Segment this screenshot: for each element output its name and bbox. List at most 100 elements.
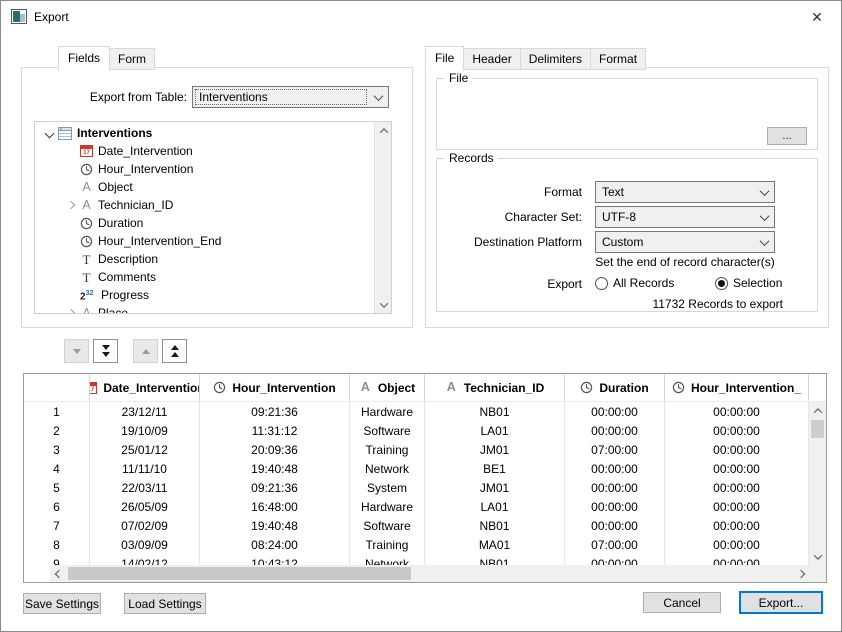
table-row[interactable]: 803/09/0908:24:00TrainingMA0107:00:0000:… — [24, 535, 809, 554]
table-row[interactable]: 123/12/1109:21:36HardwareNB0100:00:0000:… — [24, 402, 809, 421]
export-button[interactable]: Export... — [739, 591, 823, 614]
browse-button[interactable]: ... — [767, 127, 807, 145]
tab-delimiters[interactable]: Delimiters — [520, 48, 591, 70]
tree-root-interventions[interactable]: Interventions — [35, 124, 374, 142]
radio-icon[interactable] — [595, 277, 608, 290]
text-icon: T — [80, 271, 93, 284]
records-row-character-set: Character Set:UTF-8 — [437, 206, 817, 228]
radio-icon[interactable] — [715, 277, 728, 290]
tree-item-technician-id[interactable]: ATechnician_ID — [35, 196, 374, 214]
tree-item-date-intervention[interactable]: 17Date_Intervention — [35, 142, 374, 160]
table-cell: 19:40:48 — [200, 459, 350, 478]
tab-format[interactable]: Format — [590, 48, 646, 70]
table-cell: 9 — [24, 554, 90, 565]
tree-item-label: Place — [98, 306, 128, 313]
column-header-rownum[interactable] — [24, 374, 90, 401]
left-tab-bar: FieldsForm — [58, 46, 154, 70]
titlebar: Export ✕ — [1, 1, 841, 33]
table-row[interactable]: 522/03/1109:21:36SystemJM0100:00:0000:00… — [24, 478, 809, 497]
table-select-value: Interventions — [193, 90, 368, 104]
scroll-left-icon[interactable] — [50, 565, 67, 582]
table-cell: 00:00:00 — [665, 421, 809, 440]
table-row[interactable]: 411/11/1019:40:48NetworkBE100:00:0000:00… — [24, 459, 809, 478]
app-icon — [11, 9, 27, 24]
tab-form[interactable]: Form — [109, 48, 155, 70]
alpha-icon: A — [80, 199, 93, 212]
table-cell: 4 — [24, 459, 90, 478]
table-cell: JM01 — [425, 440, 565, 459]
table-row[interactable]: 707/02/0919:40:48SoftwareNB0100:00:0000:… — [24, 516, 809, 535]
table-row[interactable]: 914/02/1210:43:12NetworkNB0100:00:0000:0… — [24, 554, 809, 565]
tree-item-duration[interactable]: Duration — [35, 214, 374, 232]
table-row[interactable]: 626/05/0916:48:00HardwareLA0100:00:0000:… — [24, 497, 809, 516]
table-cell: 00:00:00 — [665, 535, 809, 554]
table-cell: 22/03/11 — [90, 478, 200, 497]
vertical-scroll-thumb[interactable] — [811, 420, 824, 438]
tree-scrollbar[interactable] — [374, 122, 391, 313]
character-set-select[interactable]: UTF-8 — [595, 206, 775, 228]
table-row[interactable]: 219/10/0911:31:12SoftwareLA0100:00:0000:… — [24, 421, 809, 440]
column-header-hour-intervention[interactable]: Hour_Intervention — [200, 374, 350, 401]
tab-file[interactable]: File — [425, 46, 464, 71]
column-header-date-intervention[interactable]: 17Date_Intervention — [90, 374, 200, 401]
chevron-down-icon[interactable] — [44, 128, 54, 138]
table-select[interactable]: Interventions — [192, 86, 389, 108]
arrow-down-button — [64, 339, 89, 363]
scroll-right-icon[interactable] — [792, 565, 809, 582]
horizontal-scroll-thumb[interactable] — [68, 567, 411, 580]
column-header-object[interactable]: AObject — [350, 374, 425, 401]
scroll-up-icon[interactable] — [809, 402, 826, 419]
table-cell: Training — [350, 535, 425, 554]
export-label: Export — [437, 277, 582, 291]
tree-item-hour-intervention-end[interactable]: Hour_Intervention_End — [35, 232, 374, 250]
tree-item-comments[interactable]: TComments — [35, 268, 374, 286]
table-row[interactable]: 325/01/1220:09:36TrainingJM0107:00:0000:… — [24, 440, 809, 459]
scroll-down-icon[interactable] — [375, 296, 392, 313]
column-header-technician-id[interactable]: ATechnician_ID — [425, 374, 565, 401]
double-arrow-down-button[interactable] — [93, 339, 118, 363]
tree-item-progress[interactable]: 232Progress — [35, 286, 374, 304]
destination-platform-select[interactable]: Custom — [595, 231, 775, 253]
close-icon[interactable]: ✕ — [801, 5, 833, 29]
clock-icon — [80, 163, 93, 176]
format-select[interactable]: Text — [595, 181, 775, 203]
chevron-right-icon[interactable] — [67, 201, 75, 209]
clock-icon — [580, 381, 593, 394]
save-settings-button[interactable]: Save Settings — [23, 593, 101, 614]
table-cell: 00:00:00 — [665, 440, 809, 459]
radio-all-records[interactable]: All Records — [595, 276, 674, 290]
table-cell: 26/05/09 — [90, 497, 200, 516]
table-cell: NB01 — [425, 516, 565, 535]
vertical-scrollbar[interactable] — [809, 402, 826, 565]
tree-item-description[interactable]: TDescription — [35, 250, 374, 268]
cancel-button[interactable]: Cancel — [643, 592, 721, 613]
tree-item-object[interactable]: AObject — [35, 178, 374, 196]
table-header-row: 17Date_InterventionHour_InterventionAObj… — [24, 374, 826, 402]
tab-header[interactable]: Header — [463, 48, 520, 70]
scroll-up-icon[interactable] — [375, 122, 392, 139]
table-cell: 08:24:00 — [200, 535, 350, 554]
column-header-duration[interactable]: Duration — [565, 374, 665, 401]
double-arrow-up-button[interactable] — [162, 339, 187, 363]
text-icon: T — [80, 253, 93, 266]
scroll-down-icon[interactable] — [809, 548, 826, 565]
radio-selection[interactable]: Selection — [715, 276, 782, 290]
chevron-right-icon[interactable] — [67, 309, 75, 313]
table-cell: LA01 — [425, 497, 565, 516]
tree-item-label: Hour_Intervention_End — [98, 234, 221, 248]
tree-item-hour-intervention[interactable]: Hour_Intervention — [35, 160, 374, 178]
tab-fields[interactable]: Fields — [58, 46, 110, 71]
column-header-hour-intervention[interactable]: Hour_Intervention_ — [665, 374, 809, 401]
table-cell: NB01 — [425, 554, 565, 565]
field-label: Format — [437, 185, 582, 199]
table-cell: 00:00:00 — [565, 516, 665, 535]
table-body: 123/12/1109:21:36HardwareNB0100:00:0000:… — [24, 402, 809, 565]
tree-item-place[interactable]: APlace — [35, 304, 374, 313]
horizontal-scrollbar[interactable] — [50, 565, 809, 582]
clock-icon — [672, 381, 685, 394]
table-cell: 07/02/09 — [90, 516, 200, 535]
table-cell: 25/01/12 — [90, 440, 200, 459]
chevron-down-icon — [754, 189, 774, 196]
table-cell: 7 — [24, 516, 90, 535]
load-settings-button[interactable]: Load Settings — [124, 593, 206, 614]
